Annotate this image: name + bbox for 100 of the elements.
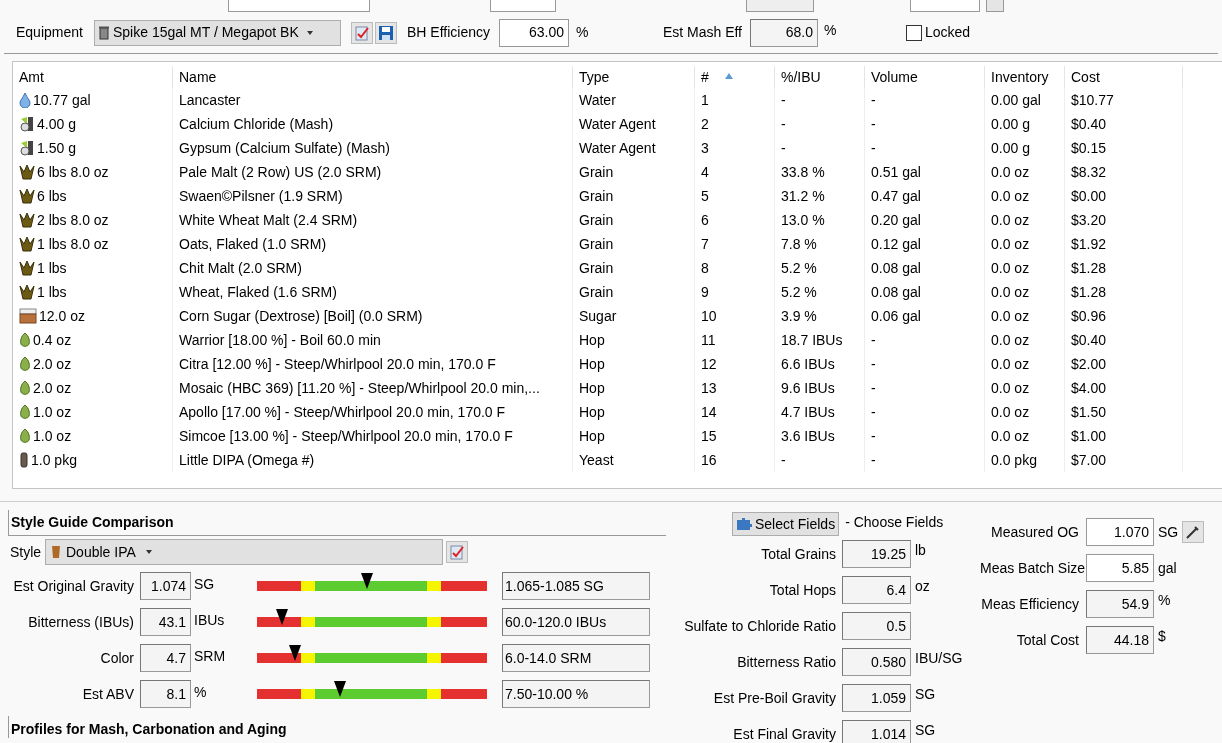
table-cell-text: Chit Malt (2.0 SRM): [179, 258, 302, 278]
trash-can-icon: [99, 25, 109, 40]
table-cell-text: $1.92: [1071, 234, 1107, 254]
table-cell-text: -: [871, 402, 876, 422]
metric-label: Est ABV: [81, 684, 135, 704]
hop-cone-icon: [19, 332, 31, 348]
table-cell-text: 13.0 %: [781, 210, 825, 230]
input-field[interactable]: [910, 0, 980, 12]
column-header[interactable]: #: [695, 66, 775, 88]
column-header[interactable]: Cost: [1065, 66, 1183, 88]
table-cell-text: 14: [701, 402, 717, 422]
column-header[interactable]: Amt: [13, 66, 173, 88]
table-cell-text: 9.6 IBUs: [781, 378, 835, 398]
table-cell-text: Citra [12.00 %] - Steep/Whirlpool 20.0 min, 170.0 F: [179, 354, 496, 374]
input-field[interactable]: 0.580: [842, 648, 911, 676]
table-cell-text: 0.00 gal: [991, 90, 1041, 110]
table-cell-text: Hop: [579, 354, 605, 374]
column-header[interactable]: Type: [573, 66, 695, 88]
table-cell-text: 12.0 oz: [39, 306, 85, 326]
pipette-button[interactable]: [1182, 521, 1205, 543]
table-cell-text: 0.0 oz: [991, 210, 1030, 230]
input-field[interactable]: 68.0: [750, 18, 818, 47]
table-cell-text: 0.12 gal: [871, 234, 921, 254]
table-cell-text: 0.0 oz: [991, 186, 1030, 206]
metric-label: Bitterness Ratio: [736, 652, 837, 672]
table-cell-text: $0.40: [1071, 114, 1107, 134]
table-cell-text: -: [871, 378, 876, 398]
table-cell-text: 6.6 IBUs: [781, 354, 835, 374]
table-cell-text: -: [871, 330, 876, 350]
input-field[interactable]: 43.1: [140, 608, 191, 636]
input-field[interactable]: 44.18: [1086, 626, 1154, 654]
input-field[interactable]: 1.074: [140, 572, 191, 600]
metric-label: Est Final Gravity: [732, 724, 837, 743]
table-cell-text: Swaen©Pilsner (1.9 SRM): [179, 186, 343, 206]
unit-label: %: [1157, 591, 1171, 610]
table-cell-text: Simcoe [13.00 %] - Steep/Whirlpool 20.0 min, 170.0 F: [179, 426, 513, 446]
range-field: 1.065-1.085 SG: [502, 572, 650, 600]
table-cell-text: Warrior [18.00 %] - Boil 60.0 min: [179, 330, 381, 350]
table-cell-text: 0.0 oz: [991, 378, 1030, 398]
table-cell-text: 0.00 g: [991, 138, 1030, 158]
table-cell-text: 1 lbs 8.0 oz: [37, 234, 109, 254]
table-cell-text: 10.77 gal: [33, 90, 91, 110]
unit-label: SG: [1157, 522, 1179, 542]
checklist-button[interactable]: [446, 541, 468, 563]
table-cell-text: $7.00: [1071, 450, 1107, 470]
table-cell-text: 12: [701, 354, 717, 374]
input-field[interactable]: [228, 0, 370, 12]
table-cell-text: 6 lbs: [37, 186, 67, 206]
input-field[interactable]: 19.25: [842, 540, 911, 568]
select-fields-button[interactable]: Select Fields: [732, 512, 840, 536]
metric-label: Est Pre-Boil Gravity: [712, 688, 837, 708]
table-cell-text: $0.96: [1071, 306, 1107, 326]
table-cell-text: Wheat, Flaked (1.6 SRM): [179, 282, 337, 302]
input-field[interactable]: [490, 0, 556, 12]
table-cell-text: Hop: [579, 378, 605, 398]
input-field[interactable]: 63.00: [499, 18, 569, 47]
unit-label: %: [193, 683, 208, 702]
caret-icon: [306, 30, 313, 35]
table-cell-text: $0.00: [1071, 186, 1107, 206]
column-header[interactable]: %/IBU: [775, 66, 865, 88]
table-cell-text: Corn Sugar (Dextrose) [Boil] (0.0 SRM): [179, 306, 423, 326]
dropdown-button[interactable]: [986, 0, 1004, 12]
input-field[interactable]: 0.5: [842, 612, 911, 640]
column-header[interactable]: Volume: [865, 66, 985, 88]
table-cell-text: Lancaster: [179, 90, 241, 110]
input-field[interactable]: 5.85: [1086, 554, 1154, 582]
vial-icon: [19, 452, 29, 468]
table-cell-text: Grain: [579, 234, 614, 254]
unit-label: gal: [1157, 558, 1177, 578]
table-cell-text: 0.0 oz: [991, 354, 1030, 374]
save-button[interactable]: [375, 21, 397, 44]
table-cell-text: Grain: [579, 162, 614, 182]
grain-icon: [19, 188, 35, 204]
table-cell-text: 0.0 oz: [991, 258, 1030, 278]
checklist-button[interactable]: [351, 21, 373, 44]
unit-label: oz: [914, 577, 930, 596]
input-field[interactable]: 4.7: [140, 644, 191, 672]
checkbox[interactable]: [906, 24, 922, 41]
input-field[interactable]: 1.070: [1086, 518, 1154, 546]
table-cell-text: -: [871, 450, 876, 470]
grain-icon: [19, 260, 35, 276]
input-field[interactable]: 1.059: [842, 684, 911, 712]
input-field[interactable]: 54.9: [1086, 590, 1154, 618]
unit-label: IBU/SG: [914, 649, 963, 668]
column-header[interactable]: Inventory: [985, 66, 1065, 88]
table-cell-text: 0.08 gal: [871, 258, 921, 278]
table-cell-text: $10.77: [1071, 90, 1114, 110]
table-cell-text: $1.00: [1071, 426, 1107, 446]
unit-label: IBUs: [193, 611, 226, 630]
table-cell-text: $1.50: [1071, 402, 1107, 422]
input-field[interactable]: 1.014: [842, 720, 911, 743]
table-cell-text: 2 lbs 8.0 oz: [37, 210, 109, 230]
input-field[interactable]: 8.1: [140, 680, 191, 708]
equipment-dropdown[interactable]: Spike 15gal MT / Megapot BK: [94, 19, 341, 46]
style-dropdown[interactable]: Double IPA: [45, 539, 443, 565]
column-header[interactable]: Name: [173, 66, 573, 88]
unit-label: lb: [914, 541, 926, 560]
input-field[interactable]: 6.4: [842, 576, 911, 604]
table-cell-text: 3.6 IBUs: [781, 426, 835, 446]
unit-label: SG: [193, 575, 216, 594]
